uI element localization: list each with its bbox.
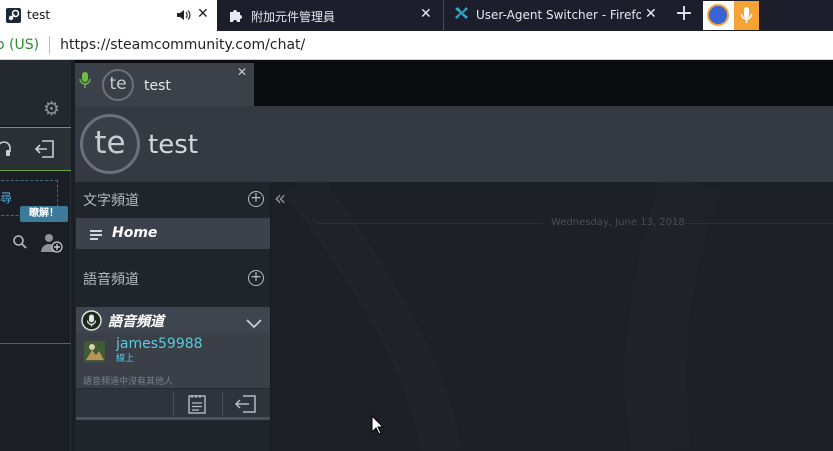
- text-channels-title: 文字頻道: [83, 193, 139, 209]
- group-avatar[interactable]: te: [80, 114, 140, 174]
- voice-controls: [76, 388, 270, 419]
- mic-icon: [81, 310, 102, 335]
- invite-text: 尋: [0, 191, 13, 205]
- group-header: te test: [75, 106, 833, 182]
- search-icon[interactable]: [12, 234, 28, 254]
- chat-tab-avatar: te: [102, 69, 134, 101]
- tab-label: 附加元件管理員: [251, 10, 336, 24]
- chat-tab[interactable]: te test ✕: [75, 63, 254, 106]
- date-divider: Wednesday, June 13, 2018: [551, 217, 685, 228]
- voice-channel-label: 語音頻道: [108, 314, 164, 330]
- notepad-icon[interactable]: [187, 394, 207, 418]
- puzzle-icon: [228, 7, 244, 26]
- voice-user-status: 線上: [116, 354, 135, 364]
- voice-connection-bar: [0, 127, 71, 171]
- friends-panel-divider: [0, 343, 71, 344]
- tab-label: test: [27, 8, 51, 22]
- speaker-icon[interactable]: [176, 8, 192, 25]
- channel-label: Home: [112, 225, 158, 241]
- voice-panel-bottom-bar: [76, 417, 270, 420]
- mic-icon[interactable]: [734, 1, 759, 30]
- leave-icon[interactable]: [234, 394, 258, 418]
- date-divider-line: [316, 223, 542, 224]
- menu-icon: [90, 226, 102, 245]
- hint-badge[interactable]: 瞭解！: [20, 206, 68, 222]
- tab-addons[interactable]: 附加元件管理員 ✕: [218, 0, 444, 31]
- close-icon[interactable]: ✕: [420, 6, 432, 22]
- extension-area: [703, 1, 759, 30]
- url-separator: [49, 36, 51, 54]
- voice-empty-note: 語音頻道中沒有其他人: [83, 377, 174, 387]
- firefox-account-icon[interactable]: [707, 4, 729, 26]
- plus-icon: +: [250, 269, 262, 285]
- collapse-icon[interactable]: «: [274, 188, 286, 208]
- url-text[interactable]: https://steamcommunity.com/chat/: [60, 37, 305, 53]
- add-voice-channel-button[interactable]: +: [248, 270, 264, 286]
- control-divider: [222, 392, 223, 416]
- close-icon[interactable]: ✕: [645, 6, 657, 22]
- headset-icon[interactable]: [0, 139, 14, 163]
- channel-item-home[interactable]: Home: [76, 218, 270, 249]
- gear-icon[interactable]: ⚙: [43, 98, 60, 120]
- control-divider: [173, 392, 174, 416]
- add-text-channel-button[interactable]: +: [248, 191, 264, 207]
- channel-divider: [270, 182, 271, 451]
- url-bar[interactable]: o (US) https://steamcommunity.com/chat/: [0, 31, 833, 60]
- plus-icon: +: [674, 1, 694, 26]
- tab-label: User-Agent Switcher - Firefox: [476, 8, 641, 22]
- voice-channels-title: 語音頻道: [83, 272, 139, 288]
- leave-icon[interactable]: [34, 139, 56, 163]
- close-icon[interactable]: ✕: [237, 65, 247, 79]
- chevron-down-icon[interactable]: [246, 314, 262, 333]
- chat-tab-title: test: [144, 78, 171, 94]
- close-icon[interactable]: ✕: [197, 6, 209, 22]
- new-tab-button[interactable]: +: [671, 2, 697, 28]
- friends-panel-header: [0, 60, 71, 125]
- uas-icon: [453, 7, 470, 27]
- plus-icon: +: [250, 190, 262, 206]
- site-identity[interactable]: o (US): [0, 37, 39, 53]
- tab-user-agent-switcher[interactable]: User-Agent Switcher - Firefox ✕: [445, 0, 667, 31]
- group-name: test: [148, 130, 198, 160]
- steam-icon: [6, 8, 21, 23]
- voice-channel-item[interactable]: 語音頻道: [76, 307, 270, 333]
- cursor-icon: [371, 414, 385, 439]
- mic-icon: [79, 70, 91, 94]
- date-divider-line: [686, 223, 833, 224]
- tab-test[interactable]: test ✕: [0, 0, 217, 31]
- voice-user-name[interactable]: james59988: [116, 336, 203, 352]
- add-friend-icon[interactable]: [40, 232, 64, 258]
- avatar[interactable]: [84, 341, 105, 362]
